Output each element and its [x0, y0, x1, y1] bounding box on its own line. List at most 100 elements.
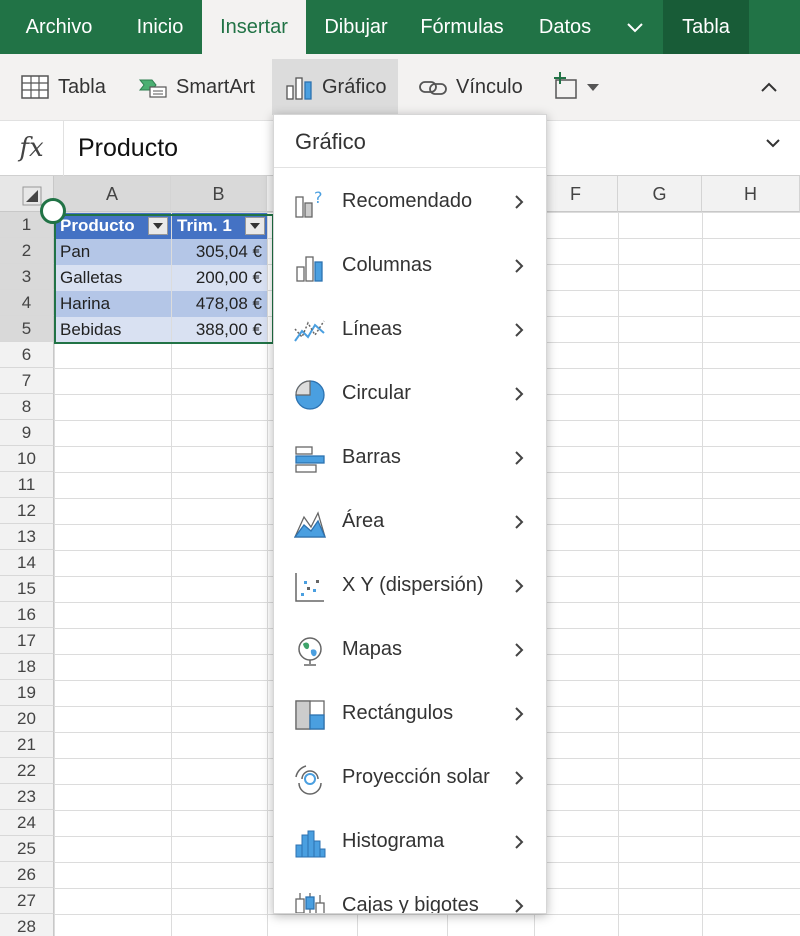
- tab-insertar[interactable]: Insertar: [202, 0, 306, 54]
- menu-item-label: Recomendado: [342, 190, 473, 212]
- column-header-a[interactable]: A: [54, 176, 171, 212]
- row-header[interactable]: 22: [0, 758, 54, 784]
- row-header[interactable]: 19: [0, 680, 54, 706]
- row-header[interactable]: 21: [0, 732, 54, 758]
- menu-item-circular[interactable]: Circular: [274, 361, 546, 425]
- tab-formulas[interactable]: Fórmulas: [412, 0, 512, 54]
- row-header[interactable]: 6: [0, 342, 54, 368]
- histogram-chart-icon: [295, 830, 326, 858]
- column-divider: [618, 212, 619, 936]
- insert-link-button[interactable]: Vínculo: [418, 59, 523, 115]
- menu-item-label: Columnas: [342, 254, 433, 276]
- row-header[interactable]: 15: [0, 576, 54, 602]
- chart-dropdown-menu: Gráfico ? Recomendado Columnas Líneas Ci…: [273, 114, 547, 914]
- recommended-chart-icon: ?: [295, 188, 323, 218]
- smartart-icon: [138, 79, 167, 98]
- pie-chart-icon: [295, 380, 325, 410]
- row-header[interactable]: 17: [0, 628, 54, 654]
- tab-inicio[interactable]: Inicio: [122, 0, 198, 54]
- tab-tabla[interactable]: Tabla: [663, 0, 749, 54]
- selection-handle[interactable]: [40, 198, 66, 224]
- menu-item-proyeccion-solar[interactable]: Proyección solar: [274, 745, 546, 809]
- row-header[interactable]: 13: [0, 524, 54, 550]
- menu-item-barras[interactable]: Barras: [274, 425, 546, 489]
- column-header-h[interactable]: H: [702, 176, 800, 212]
- tab-archivo[interactable]: Archivo: [14, 0, 104, 54]
- menu-item-area[interactable]: Área: [274, 489, 546, 553]
- insert-chart-label: Gráfico: [322, 75, 387, 98]
- menu-item-label: X Y (dispersión): [342, 574, 484, 596]
- tab-datos[interactable]: Datos: [528, 0, 602, 54]
- select-all-icon: [22, 186, 42, 206]
- row-header[interactable]: 18: [0, 654, 54, 680]
- chevron-right-icon: [515, 515, 524, 529]
- chevron-right-icon: [515, 771, 524, 785]
- column-header-b[interactable]: B: [171, 176, 267, 212]
- menu-item-label: Barras: [342, 446, 401, 468]
- row-header[interactable]: 4: [0, 290, 54, 316]
- row-header[interactable]: 11: [0, 472, 54, 498]
- fx-icon[interactable]: fx: [0, 121, 64, 176]
- ribbon-toolbar: Tabla SmartArt Gráfico Vínculo: [0, 54, 800, 120]
- menu-item-cajas-bigotes[interactable]: Cajas y bigotes: [274, 873, 546, 914]
- scatter-chart-icon: [295, 573, 324, 602]
- sunburst-chart-icon: [295, 765, 322, 795]
- chevron-right-icon: [515, 579, 524, 593]
- link-icon: [419, 81, 447, 95]
- tab-dibujar[interactable]: Dibujar: [314, 0, 398, 54]
- insert-chart-button[interactable]: Gráfico: [272, 59, 399, 115]
- chevron-right-icon: [515, 899, 524, 913]
- row-header[interactable]: 25: [0, 836, 54, 862]
- insert-table-button[interactable]: Tabla: [20, 59, 106, 115]
- menu-item-histograma[interactable]: Histograma: [274, 809, 546, 873]
- row-header[interactable]: 28: [0, 914, 54, 936]
- chevron-up-icon: [761, 82, 777, 92]
- collapse-ribbon-button[interactable]: [760, 59, 778, 115]
- menu-item-label: Histograma: [342, 830, 445, 852]
- bar-chart-icon: [295, 446, 325, 473]
- add-shape-icon: [554, 72, 577, 99]
- row-header[interactable]: 20: [0, 706, 54, 732]
- menu-item-lineas[interactable]: Líneas: [274, 297, 546, 361]
- area-chart-icon: [294, 511, 326, 538]
- insert-smartart-label: SmartArt: [176, 75, 255, 98]
- menu-item-label: Cajas y bigotes: [342, 894, 479, 914]
- row-header[interactable]: 3: [0, 264, 54, 290]
- more-tabs-chevron-icon[interactable]: [612, 0, 658, 54]
- chevron-right-icon: [515, 707, 524, 721]
- column-chart-icon: [296, 256, 323, 282]
- row-header[interactable]: 14: [0, 550, 54, 576]
- menu-item-rectangulos[interactable]: Rectángulos: [274, 681, 546, 745]
- chevron-right-icon: [515, 387, 524, 401]
- row-header[interactable]: 9: [0, 420, 54, 446]
- line-chart-icon: [294, 320, 325, 342]
- insert-shape-button[interactable]: [552, 59, 600, 115]
- column-divider: [702, 212, 703, 936]
- row-header[interactable]: 27: [0, 888, 54, 914]
- menu-item-columnas[interactable]: Columnas: [274, 233, 546, 297]
- menu-divider: [274, 167, 546, 168]
- row-header[interactable]: 24: [0, 810, 54, 836]
- menu-title: Gráfico: [295, 129, 366, 154]
- insert-smartart-button[interactable]: SmartArt: [138, 59, 255, 115]
- treemap-chart-icon: [295, 700, 325, 730]
- ribbon-tab-bar: Archivo Inicio Insertar Dibujar Fórmulas…: [0, 0, 800, 54]
- column-header-g[interactable]: G: [618, 176, 702, 212]
- formula-input[interactable]: Producto: [78, 121, 178, 176]
- insert-link-label: Vínculo: [456, 75, 523, 98]
- menu-item-recomendado[interactable]: ? Recomendado: [274, 169, 546, 233]
- chevron-right-icon: [515, 259, 524, 273]
- row-header[interactable]: 7: [0, 368, 54, 394]
- row-header[interactable]: 2: [0, 238, 54, 264]
- row-header[interactable]: 16: [0, 602, 54, 628]
- row-header[interactable]: 23: [0, 784, 54, 810]
- expand-formula-chevron-icon[interactable]: [764, 137, 782, 149]
- row-header[interactable]: 26: [0, 862, 54, 888]
- menu-item-mapas[interactable]: Mapas: [274, 617, 546, 681]
- menu-item-xy-dispersion[interactable]: X Y (dispersión): [274, 553, 546, 617]
- row-header[interactable]: 10: [0, 446, 54, 472]
- caret-down-icon: [587, 84, 599, 91]
- row-header[interactable]: 8: [0, 394, 54, 420]
- row-header[interactable]: 12: [0, 498, 54, 524]
- row-header[interactable]: 5: [0, 316, 54, 342]
